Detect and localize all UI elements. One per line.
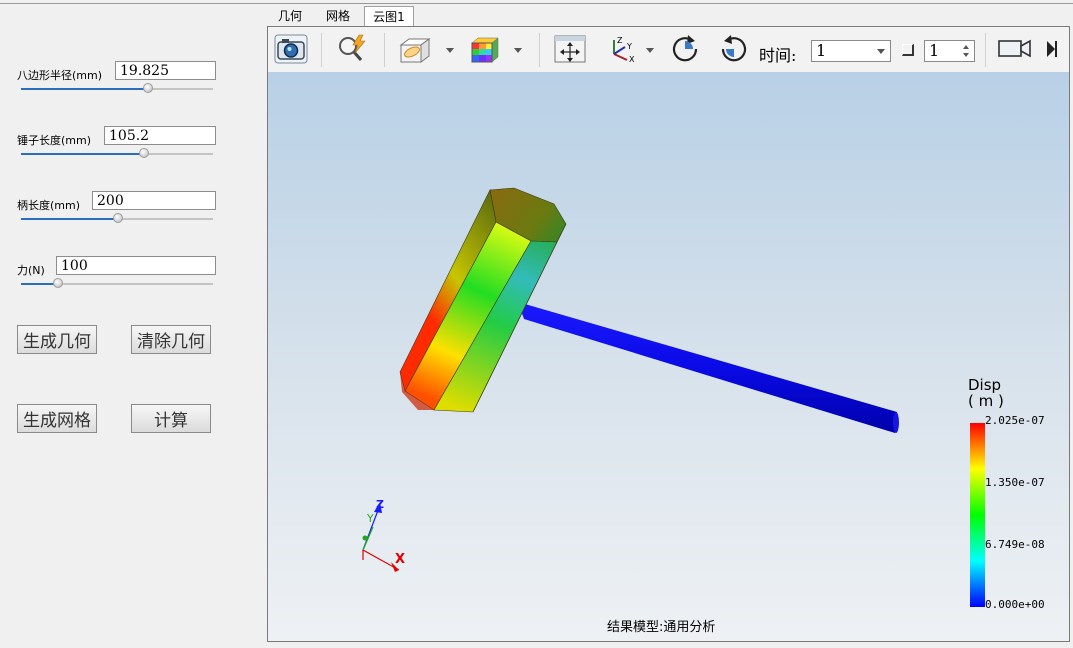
octagon-radius-slider[interactable] [21,83,213,93]
compute-button[interactable]: 计算 [131,404,211,433]
legend-unit: ( m ) [968,392,1004,410]
legend-value: 1.350e-07 [985,476,1045,489]
tab-geometry[interactable]: 几何 [270,6,310,26]
handle-body [518,302,897,433]
step-spinbox-value: 1 [929,41,940,60]
hammer-length-input[interactable] [104,126,216,145]
step-checkbox[interactable] [902,44,914,56]
hammer-model[interactable] [268,72,1069,641]
legend-max-value: 2.025e-07 [985,414,1045,427]
hammer-length-label: 锤子长度(mm) [17,134,92,147]
time-label: 时间: [759,46,797,65]
slider-thumb[interactable] [139,148,149,158]
clear-geometry-button[interactable]: 清除几何 [131,325,211,354]
hammer-length-slider[interactable] [21,148,213,158]
force-slider[interactable] [21,278,213,288]
spin-down-icon[interactable] [963,53,969,57]
handle-length-label: 柄长度(mm) [17,199,81,212]
clip-plane-icon[interactable] [396,33,432,65]
chevron-down-icon [877,49,885,54]
octagon-radius-label: 八边形半径(mm) [17,69,103,82]
time-select[interactable]: 1 [811,40,891,62]
axis-z-label: Z [376,498,384,511]
generate-mesh-button[interactable]: 生成网格 [17,404,97,433]
slider-thumb[interactable] [113,213,123,223]
generate-geometry-button[interactable]: 生成几何 [17,325,97,354]
handle-end [893,412,899,433]
camera-icon[interactable] [273,33,309,65]
rotate-ccw-icon[interactable] [716,33,752,65]
step-spinbox[interactable]: 1 [924,40,975,62]
handle-length-slider[interactable] [21,213,213,223]
tab-contour[interactable]: 云图1 [364,6,414,26]
svg-text:Z: Z [617,36,623,45]
axis-x-label: X [395,552,406,567]
expand-icon[interactable] [1038,33,1068,65]
result-model-caption: 结果模型:通用分析 [607,620,716,635]
slider-thumb[interactable] [53,278,63,288]
viewer-toolbar: Z Y X 时间: 1 1 [268,27,1069,72]
spin-up-icon[interactable] [963,45,969,49]
pan-icon[interactable] [552,33,588,65]
tab-mesh[interactable]: 网格 [318,6,358,26]
axis-y-label: Y [367,512,374,525]
svg-text:Y: Y [626,42,632,51]
color-cube-icon[interactable] [466,33,502,65]
time-select-value: 1 [816,41,827,60]
legend-min-value: 0.000e+00 [985,598,1045,611]
svg-text:X: X [629,55,635,64]
rotate-cw-icon[interactable] [667,33,703,65]
force-input[interactable] [56,256,216,275]
legend-color-bar [970,423,985,607]
octagon-radius-input[interactable] [115,61,216,80]
axes-view-icon[interactable]: Z Y X [602,33,638,65]
legend-value: 6.749e-08 [985,538,1045,551]
handle-length-input[interactable] [92,191,216,210]
top-separator [0,3,1073,4]
force-label: 力(N) [17,264,45,277]
viewer-panel: Z Y X 时间: 1 1 X Y Z Disp (m) 2.025e-07… [267,26,1070,642]
record-icon[interactable] [997,33,1033,65]
result-canvas[interactable]: X Y Z Disp ( m ) 2.025e-07 1.350e-07 6.7… [268,72,1069,641]
slider-thumb[interactable] [143,83,153,93]
zoom-fit-icon[interactable] [334,33,370,65]
